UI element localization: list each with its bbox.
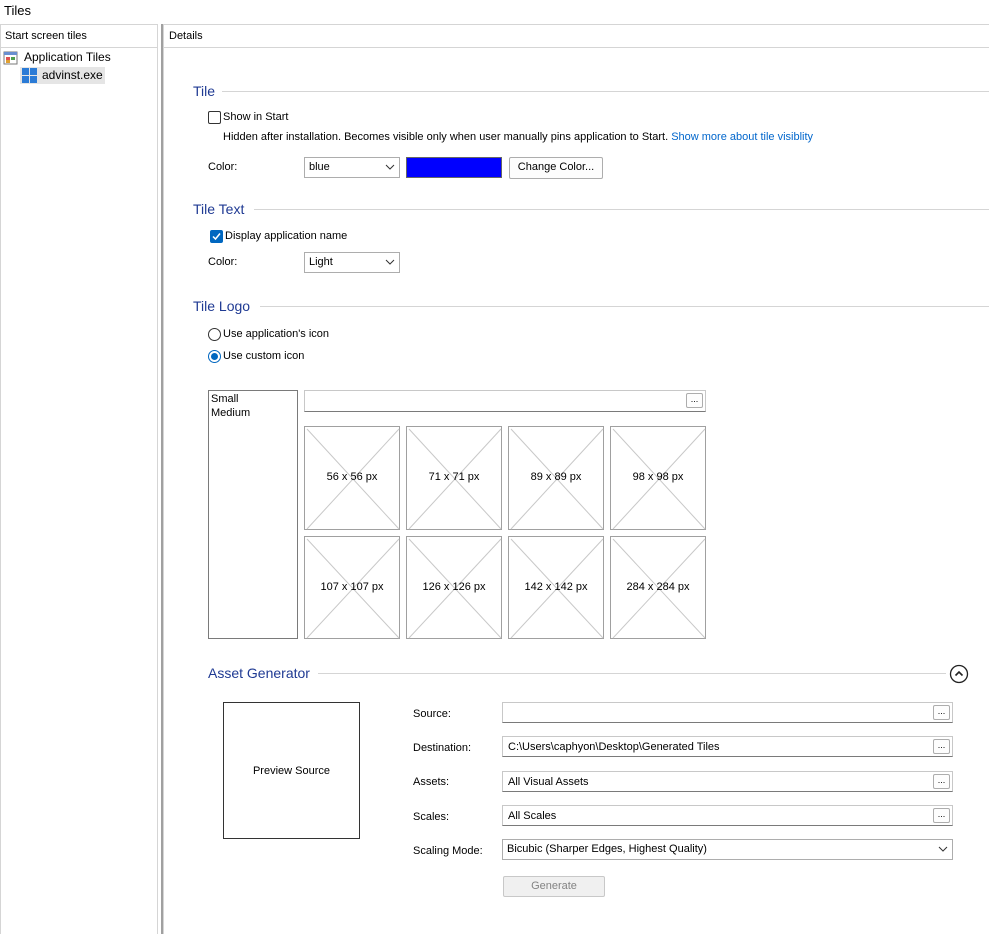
windows-logo-icon <box>22 68 38 84</box>
destination-input[interactable]: C:\Users\caphyon\Desktop\Generated Tiles… <box>502 736 953 757</box>
preview-source-box: Preview Source <box>223 702 360 839</box>
logo-browse-button[interactable]: ... <box>686 393 703 408</box>
change-color-button[interactable]: Change Color... <box>509 157 603 179</box>
application-tiles-icon <box>3 50 19 66</box>
section-title-tile-text: Tile Text <box>193 201 245 217</box>
tile-preview-107[interactable]: 107 x 107 px <box>304 536 400 639</box>
section-title-tile-logo: Tile Logo <box>193 298 251 314</box>
generate-button[interactable]: Generate <box>503 876 605 897</box>
section-title-asset-generator: Asset Generator <box>208 665 310 681</box>
tile-preview-56[interactable]: 56 x 56 px <box>304 426 400 530</box>
display-name-label: Display application name <box>225 230 348 242</box>
tile-size-label: 284 x 284 px <box>626 581 690 593</box>
tile-preview-126[interactable]: 126 x 126 px <box>406 536 502 639</box>
assets-browse-button[interactable]: ... <box>933 774 950 789</box>
tile-size-label: 126 x 126 px <box>422 581 486 593</box>
section-title-tile: Tile <box>193 83 216 99</box>
tile-visibility-hint-text: Hidden after installation. Becomes visib… <box>223 131 669 143</box>
text-color-label: Color: <box>208 256 238 268</box>
tile-size-label: 142 x 142 px <box>524 581 588 593</box>
collapse-section-button[interactable] <box>949 664 969 684</box>
tile-color-swatch <box>406 157 502 178</box>
checkmark-icon <box>212 233 221 241</box>
scaling-mode-select[interactable]: Bicubic (Sharper Edges, Highest Quality) <box>502 839 953 860</box>
show-in-start-label: Show in Start <box>223 111 289 123</box>
tile-color-label: Color: <box>208 161 238 173</box>
chevron-up-circle-icon <box>949 664 969 684</box>
left-pane-header: Start screen tiles <box>1 25 157 48</box>
use-app-icon-radio[interactable] <box>208 328 221 341</box>
scales-input[interactable]: All Scales ... <box>502 805 953 826</box>
show-in-start-checkbox[interactable] <box>208 111 221 124</box>
tile-size-label: 107 x 107 px <box>320 581 384 593</box>
text-color-select[interactable]: Light <box>304 252 400 273</box>
scaling-mode-value: Bicubic (Sharper Edges, Highest Quality) <box>507 843 707 855</box>
section-divider <box>318 673 946 674</box>
logo-path-input[interactable]: ... <box>304 390 706 412</box>
assets-input[interactable]: All Visual Assets ... <box>502 771 953 792</box>
use-custom-icon-radio[interactable] <box>208 350 221 363</box>
list-item[interactable]: Small <box>211 393 239 405</box>
tree-item-advinst[interactable]: advinst.exe <box>20 67 105 84</box>
tile-size-label: 98 x 98 px <box>632 471 684 483</box>
section-divider <box>222 91 989 92</box>
scales-label: Scales: <box>413 811 450 823</box>
use-custom-icon-label: Use custom icon <box>223 350 305 362</box>
scales-browse-button[interactable]: ... <box>933 808 950 823</box>
tile-visibility-hint: Hidden after installation. Becomes visib… <box>223 131 813 143</box>
chevron-down-icon <box>385 259 395 265</box>
tree-item-label: Application Tiles <box>24 50 111 64</box>
section-divider <box>254 209 989 210</box>
chevron-down-icon <box>938 846 948 852</box>
tile-color-value: blue <box>309 161 330 173</box>
section-divider <box>260 306 989 307</box>
scales-value: All Scales <box>508 810 557 822</box>
source-browse-button[interactable]: ... <box>933 705 950 720</box>
display-name-checkbox[interactable] <box>210 230 223 243</box>
tile-preview-284[interactable]: 284 x 284 px <box>610 536 706 639</box>
window-title: Tiles <box>4 3 31 18</box>
show-more-visibility-link[interactable]: Show more about tile visiblity <box>671 131 813 143</box>
list-item[interactable]: Medium <box>211 407 250 419</box>
destination-label: Destination: <box>413 742 472 754</box>
tile-preview-71[interactable]: 71 x 71 px <box>406 426 502 530</box>
start-screen-tiles-pane: Start screen tiles Application Tiles adv… <box>0 24 158 934</box>
destination-value: C:\Users\caphyon\Desktop\Generated Tiles <box>508 741 720 753</box>
assets-label: Assets: <box>413 776 450 788</box>
details-header: Details <box>164 25 989 48</box>
tile-preview-98[interactable]: 98 x 98 px <box>610 426 706 530</box>
assets-value: All Visual Assets <box>508 776 589 788</box>
tree-item-label: advinst.exe <box>42 68 103 82</box>
tile-preview-89[interactable]: 89 x 89 px <box>508 426 604 530</box>
tile-size-label: 56 x 56 px <box>326 471 378 483</box>
source-input[interactable]: ... <box>502 702 953 723</box>
tile-color-select[interactable]: blue <box>304 157 400 178</box>
text-color-value: Light <box>309 256 333 268</box>
tile-preview-142[interactable]: 142 x 142 px <box>508 536 604 639</box>
source-label: Source: <box>413 708 451 720</box>
use-app-icon-label: Use application's icon <box>223 328 330 340</box>
destination-browse-button[interactable]: ... <box>933 739 950 754</box>
tile-size-label: 89 x 89 px <box>530 471 582 483</box>
preview-source-label: Preview Source <box>252 765 331 777</box>
tile-size-label: 71 x 71 px <box>428 471 480 483</box>
chevron-down-icon <box>385 164 395 170</box>
scaling-mode-label: Scaling Mode: <box>413 845 483 857</box>
tile-size-list[interactable]: Small Medium <box>208 390 298 639</box>
